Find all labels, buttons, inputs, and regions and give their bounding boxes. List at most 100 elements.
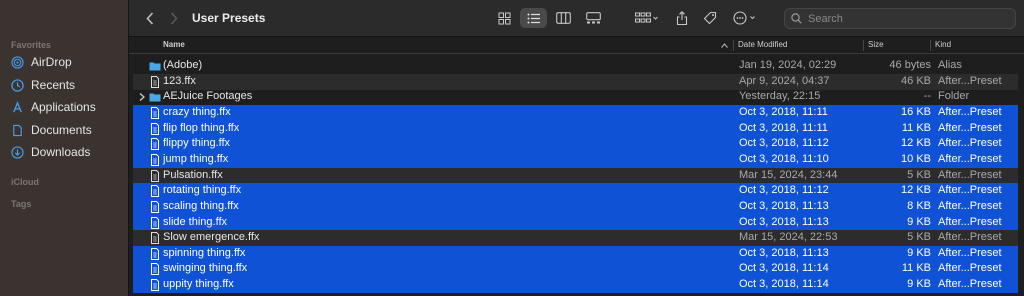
file-size: -- [923, 90, 931, 102]
file-name: AEJuice Footages [163, 90, 253, 102]
sidebar-item-airdrop[interactable]: AirDrop [10, 52, 122, 72]
file-row[interactable]: scaling thing.ffx Oct 3, 2018, 11:13 8 KB A… [133, 199, 1018, 215]
file-name: rotating thing.ffx [163, 184, 242, 196]
gallery-view-icon [585, 12, 601, 24]
applications-icon [10, 100, 24, 114]
file-date: Oct 3, 2018, 11:13 [739, 216, 829, 228]
file-size: 10 KB [901, 153, 931, 165]
file-date: Oct 3, 2018, 11:13 [739, 247, 829, 259]
file-row[interactable]: 123.ffx Apr 9, 2024, 04:37 46 KB After...Pr… [133, 74, 1018, 90]
file-kind: After...Preset [938, 262, 1002, 274]
sidebar-item-downloads[interactable]: Downloads [10, 142, 122, 162]
file-name: Pulsation.ffx [163, 169, 223, 181]
group-button[interactable] [631, 8, 663, 28]
file-name: scaling thing.ffx [163, 200, 239, 212]
toolbar: User Presets [129, 0, 1024, 37]
file-size: 9 KB [907, 247, 931, 259]
file-kind: After...Preset [938, 184, 1002, 196]
file-row[interactable]: uppity thing.ffx Oct 3, 2018, 11:14 9 KB Af… [133, 277, 1018, 293]
file-date: Oct 3, 2018, 11:12 [739, 137, 829, 149]
file-kind: Folder [938, 90, 970, 102]
column-size-header[interactable]: Size [868, 40, 884, 52]
ellipsis-circle-icon [733, 11, 755, 25]
file-kind: After...Preset [938, 137, 1002, 149]
column-date-header[interactable]: Date Modified [738, 40, 787, 52]
file-kind: After...Preset [938, 247, 1002, 259]
file-row[interactable]: Slow emergence.ffx Mar 15, 2024, 22:53 5 K… [133, 230, 1018, 246]
file-icon [151, 107, 159, 119]
file-row[interactable]: flip flop thing.ffx Oct 3, 2018, 11:11 11 … [133, 121, 1018, 137]
file-size: 9 KB [907, 278, 931, 290]
file-date: Oct 3, 2018, 11:11 [739, 106, 828, 118]
file-row[interactable]: (Adobe) Jan 19, 2024, 02:29 46 bytes Alias [133, 58, 1018, 74]
sidebar-section-tags: Tags [11, 199, 32, 209]
file-row[interactable]: jump thing.ffx Oct 3, 2018, 11:10 10 KB Aft… [133, 152, 1018, 168]
sidebar-item-documents[interactable]: Documents [10, 120, 122, 140]
column-divider[interactable] [733, 40, 734, 51]
sidebar: Favorites AirDrop Recents Applications D… [0, 0, 129, 296]
file-row[interactable]: Pulsation.ffx Mar 15, 2024, 23:44 5 KB Afte… [133, 168, 1018, 184]
icon-view-button[interactable] [491, 8, 517, 28]
file-date: Apr 9, 2024, 04:37 [739, 75, 830, 87]
file-row[interactable]: rotating thing.ffx Oct 3, 2018, 11:12 12 K… [133, 183, 1018, 199]
forward-button[interactable] [167, 10, 181, 26]
file-kind: After...Preset [938, 169, 1002, 181]
file-size: 46 KB [901, 75, 931, 87]
tag-icon [703, 11, 717, 25]
file-icon [151, 248, 159, 260]
sidebar-item-applications[interactable]: Applications [10, 97, 122, 117]
file-kind: Alias [938, 59, 962, 71]
file-date: Mar 15, 2024, 22:53 [739, 231, 838, 243]
file-row[interactable]: spinning thing.ffx Oct 3, 2018, 11:13 9 KB… [133, 246, 1018, 262]
file-date: Oct 3, 2018, 11:10 [739, 153, 829, 165]
file-name: swinging thing.ffx [163, 262, 248, 274]
file-kind: After...Preset [938, 75, 1002, 87]
list-view-icon [527, 13, 540, 23]
disclosure-chevron-icon[interactable] [138, 92, 146, 102]
sidebar-section-favorites: Favorites [11, 40, 52, 50]
sidebar-section-icloud: iCloud [11, 177, 39, 187]
file-row[interactable]: swinging thing.ffx Oct 3, 2018, 11:14 11 K… [133, 261, 1018, 277]
back-button[interactable] [143, 10, 157, 26]
file-date: Yesterday, 22:15 [739, 90, 821, 102]
column-view-button[interactable] [550, 8, 576, 28]
sidebar-item-label: Downloads [31, 145, 91, 159]
search-field[interactable] [784, 8, 1016, 29]
column-name-header[interactable]: Name [163, 40, 185, 52]
file-date: Oct 3, 2018, 11:14 [739, 262, 829, 274]
folder-icon [149, 93, 161, 102]
file-size: 11 KB [901, 122, 931, 134]
file-row[interactable]: AEJuice Footages Yesterday, 22:15 -- Folder [133, 89, 1018, 105]
tag-button[interactable] [699, 8, 721, 28]
file-date: Oct 3, 2018, 11:14 [739, 278, 829, 290]
folder-icon [149, 62, 161, 71]
file-icon [151, 154, 159, 166]
file-kind: After...Preset [938, 106, 1002, 118]
file-size: 9 KB [907, 216, 931, 228]
file-size: 12 KB [901, 184, 931, 196]
file-row[interactable]: flippy thing.ffx Oct 3, 2018, 11:12 12 KB A… [133, 136, 1018, 152]
sidebar-item-recents[interactable]: Recents [10, 75, 122, 95]
column-divider[interactable] [863, 40, 864, 51]
file-icon [151, 263, 159, 275]
share-button[interactable] [671, 8, 693, 28]
file-kind: After...Preset [938, 278, 1002, 290]
file-row[interactable]: crazy thing.ffx Oct 3, 2018, 11:11 16 KB Af… [133, 105, 1018, 121]
search-input[interactable] [808, 12, 998, 25]
gallery-view-button[interactable] [580, 8, 606, 28]
file-kind: After...Preset [938, 231, 1002, 243]
file-size: 16 KB [901, 106, 931, 118]
file-row[interactable]: slide thing.ffx Oct 3, 2018, 11:13 9 KB Aft… [133, 215, 1018, 231]
group-grid-icon [635, 12, 658, 23]
column-kind-header[interactable]: Kind [935, 40, 951, 52]
sidebar-item-label: AirDrop [31, 55, 72, 69]
chevron-left-icon [146, 11, 154, 25]
more-actions-button[interactable] [730, 8, 760, 28]
column-divider[interactable] [930, 40, 931, 51]
file-kind: After...Preset [938, 200, 1002, 212]
file-name: flip flop thing.ffx [163, 122, 240, 134]
file-date: Mar 15, 2024, 23:44 [739, 169, 838, 181]
list-view-button[interactable] [520, 8, 547, 28]
file-name: spinning thing.ffx [163, 247, 246, 259]
file-icon [151, 138, 159, 150]
